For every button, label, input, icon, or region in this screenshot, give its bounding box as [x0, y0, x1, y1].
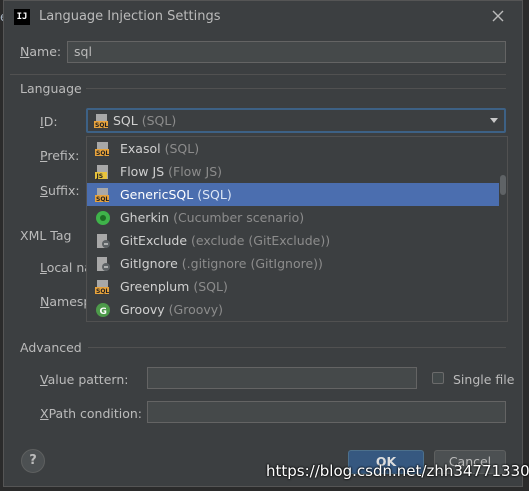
selected-language-name: SQL — [113, 113, 138, 128]
js-file-icon: JS — [95, 164, 111, 183]
list-item-detail: (.gitignore (GitIgnore)) — [181, 256, 323, 271]
prefix-label: Prefix: — [40, 148, 80, 163]
list-item-detail: (exclude (GitExclude)) — [191, 233, 331, 248]
divider — [10, 74, 506, 75]
svg-text:SQL: SQL — [96, 150, 109, 157]
svg-text:JS: JS — [96, 173, 104, 180]
local-name-label: Local na — [40, 260, 92, 275]
help-button[interactable]: ? — [21, 449, 45, 473]
close-button[interactable] — [488, 6, 508, 26]
list-item-detail: (Cucumber scenario) — [173, 210, 305, 225]
list-item-detail: (SQL) — [193, 279, 228, 294]
divider — [88, 347, 506, 348]
name-input[interactable]: sql — [67, 41, 506, 63]
sql-file-icon: SQL — [95, 141, 111, 160]
intellij-logo-icon: IJ — [14, 9, 30, 25]
svg-text:SQL: SQL — [95, 122, 108, 129]
sql-file-icon: SQL — [94, 113, 110, 132]
value-pattern-label: Value pattern: — [40, 372, 129, 387]
list-item-groovy[interactable]: G Groovy (Groovy) — [87, 298, 499, 321]
language-section-title: Language — [20, 81, 82, 96]
suffix-label: Suffix: — [40, 183, 80, 198]
cucumber-icon — [95, 210, 111, 229]
xml-section-title: XML Tag — [20, 228, 72, 243]
list-item-greenplum[interactable]: SQL Greenplum (SQL) — [87, 275, 499, 298]
title-bar: IJ Language Injection Settings — [4, 1, 522, 33]
language-dropdown-list[interactable]: SQL Exasol (SQL) JS Flow JS (Flow JS) SQ… — [86, 136, 508, 322]
id-label: ID: — [40, 114, 58, 129]
sql-file-icon: SQL — [95, 187, 111, 206]
advanced-section-title: Advanced — [20, 340, 82, 355]
svg-text:G: G — [100, 307, 107, 317]
list-item-name: GenericSQL — [120, 187, 194, 202]
list-item-detail: (SQL) — [197, 187, 232, 202]
list-item-gherkin[interactable]: Gherkin (Cucumber scenario) — [87, 206, 499, 229]
dialog-title: Language Injection Settings — [39, 9, 221, 24]
list-item-flow-js[interactable]: JS Flow JS (Flow JS) — [87, 160, 499, 183]
list-item-name: Greenplum — [120, 279, 190, 294]
list-item-name: GitExclude — [120, 233, 188, 248]
list-item-name: Flow JS — [120, 164, 165, 179]
chevron-down-icon — [490, 118, 498, 123]
close-icon — [492, 10, 504, 22]
list-item-name: Groovy — [120, 302, 165, 317]
single-file-checkbox[interactable] — [432, 372, 444, 384]
list-item-detail: (Flow JS) — [168, 164, 223, 179]
list-item-name: Exasol — [120, 141, 161, 156]
sql-file-icon: SQL — [95, 279, 111, 298]
language-id-combobox[interactable]: SQL SQL (SQL) — [86, 108, 506, 133]
svg-text:SQL: SQL — [96, 196, 109, 203]
xpath-label: XPath condition: — [40, 406, 143, 421]
list-item-genericsql[interactable]: SQL GenericSQL (SQL) — [87, 183, 499, 206]
value-pattern-input[interactable] — [147, 367, 417, 389]
name-input-value: sql — [74, 44, 92, 59]
list-item-gitignore[interactable]: GitIgnore (.gitignore (GitIgnore)) — [87, 252, 499, 275]
selected-language-detail: (SQL) — [141, 113, 177, 128]
svg-text:SQL: SQL — [96, 288, 109, 295]
list-item-gitexclude[interactable]: GitExclude (exclude (GitExclude)) — [87, 229, 499, 252]
list-item-detail: (Groovy) — [168, 302, 224, 317]
list-item-name: GitIgnore — [120, 256, 178, 271]
single-file-label: Single file — [453, 372, 515, 387]
dropdown-scrollbar[interactable] — [500, 175, 506, 195]
watermark-text: https://blog.csdn.net/zhh347713307 — [266, 462, 529, 480]
namespace-label: Namesp — [40, 294, 92, 309]
name-label: Name: — [20, 44, 62, 59]
list-item-detail: (SQL) — [164, 141, 200, 156]
groovy-icon: G — [95, 302, 111, 321]
git-file-icon — [95, 233, 111, 252]
xpath-condition-input[interactable] — [147, 401, 506, 423]
list-item-exasol[interactable]: SQL Exasol (SQL) — [87, 137, 499, 160]
list-item-name: Gherkin — [120, 210, 170, 225]
divider — [86, 88, 506, 89]
git-file-icon — [95, 256, 111, 275]
